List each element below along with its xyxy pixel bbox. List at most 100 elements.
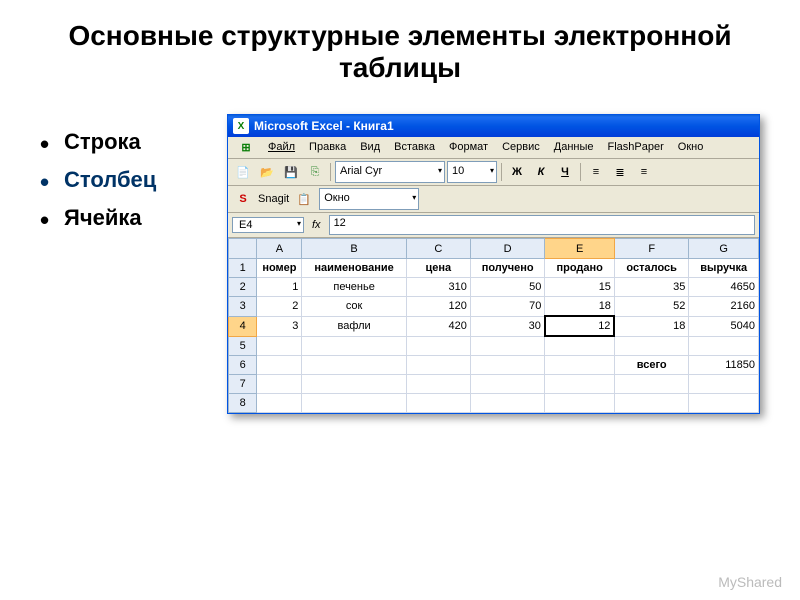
- cell[interactable]: 50: [470, 278, 545, 297]
- cell[interactable]: 4650: [689, 278, 759, 297]
- cell[interactable]: вафли: [302, 316, 406, 336]
- snagit-capture-icon[interactable]: 📋: [293, 188, 315, 210]
- cell[interactable]: [614, 375, 688, 394]
- col-header-a[interactable]: A: [257, 239, 302, 259]
- col-header-c[interactable]: C: [406, 239, 470, 259]
- cell[interactable]: [689, 394, 759, 413]
- menu-tools[interactable]: Сервис: [496, 139, 546, 156]
- bold-button[interactable]: Ж: [506, 161, 528, 183]
- row-header-6[interactable]: 6: [229, 356, 257, 375]
- cell[interactable]: [406, 375, 470, 394]
- menu-view[interactable]: Вид: [354, 139, 386, 156]
- cell[interactable]: 120: [406, 297, 470, 317]
- cell[interactable]: [545, 336, 615, 356]
- cell[interactable]: печенье: [302, 278, 406, 297]
- cell[interactable]: [406, 394, 470, 413]
- cell[interactable]: [406, 356, 470, 375]
- cell[interactable]: 310: [406, 278, 470, 297]
- select-all-corner[interactable]: [229, 239, 257, 259]
- menu-format[interactable]: Формат: [443, 139, 494, 156]
- cell[interactable]: [614, 336, 688, 356]
- cell[interactable]: [302, 356, 406, 375]
- cell[interactable]: [545, 375, 615, 394]
- cell[interactable]: [302, 394, 406, 413]
- cell[interactable]: 1: [257, 278, 302, 297]
- row-header-7[interactable]: 7: [229, 375, 257, 394]
- underline-button[interactable]: Ч: [554, 161, 576, 183]
- menu-insert[interactable]: Вставка: [388, 139, 441, 156]
- total-label[interactable]: всего: [614, 356, 688, 375]
- active-cell[interactable]: 12: [545, 316, 615, 336]
- cell[interactable]: получено: [470, 259, 545, 278]
- save-icon[interactable]: 💾: [280, 161, 302, 183]
- total-value[interactable]: 11850: [689, 356, 759, 375]
- cell[interactable]: 18: [614, 316, 688, 336]
- cell[interactable]: 52: [614, 297, 688, 317]
- cell[interactable]: 2: [257, 297, 302, 317]
- cell[interactable]: [406, 336, 470, 356]
- cell[interactable]: [470, 375, 545, 394]
- align-right-icon[interactable]: ≡: [633, 161, 655, 183]
- row-header-5[interactable]: 5: [229, 336, 257, 356]
- cell[interactable]: 30: [470, 316, 545, 336]
- cell[interactable]: 3: [257, 316, 302, 336]
- cell[interactable]: [689, 375, 759, 394]
- col-header-f[interactable]: F: [614, 239, 688, 259]
- cell[interactable]: выручка: [689, 259, 759, 278]
- new-icon[interactable]: 📄: [232, 161, 254, 183]
- formula-input[interactable]: 12: [329, 215, 755, 235]
- menu-edit[interactable]: Правка: [303, 139, 352, 156]
- align-center-icon[interactable]: ≣: [609, 161, 631, 183]
- cell[interactable]: цена: [406, 259, 470, 278]
- cell[interactable]: 420: [406, 316, 470, 336]
- cell[interactable]: [470, 394, 545, 413]
- row-header-2[interactable]: 2: [229, 278, 257, 297]
- cell[interactable]: [302, 375, 406, 394]
- col-header-d[interactable]: D: [470, 239, 545, 259]
- fx-label[interactable]: fx: [312, 219, 321, 231]
- cell[interactable]: осталось: [614, 259, 688, 278]
- cell[interactable]: номер: [257, 259, 302, 278]
- cell[interactable]: 18: [545, 297, 615, 317]
- cell[interactable]: 35: [614, 278, 688, 297]
- col-header-g[interactable]: G: [689, 239, 759, 259]
- cell[interactable]: 70: [470, 297, 545, 317]
- cell[interactable]: [470, 356, 545, 375]
- cell[interactable]: 2160: [689, 297, 759, 317]
- cell[interactable]: [614, 394, 688, 413]
- align-left-icon[interactable]: ≡: [585, 161, 607, 183]
- cell[interactable]: [545, 356, 615, 375]
- row-header-4[interactable]: 4: [229, 316, 257, 336]
- row-header-8[interactable]: 8: [229, 394, 257, 413]
- menu-data[interactable]: Данные: [548, 139, 600, 156]
- permission-icon[interactable]: ⎘: [304, 161, 326, 183]
- menu-window[interactable]: Окно: [672, 139, 710, 156]
- cell[interactable]: сок: [302, 297, 406, 317]
- cell[interactable]: 5040: [689, 316, 759, 336]
- spreadsheet-grid[interactable]: A B C D E F G 1 номер наименование цена …: [228, 238, 759, 413]
- cell[interactable]: [257, 375, 302, 394]
- cell[interactable]: [257, 394, 302, 413]
- menu-flashpaper[interactable]: FlashPaper: [602, 139, 670, 156]
- cell[interactable]: продано: [545, 259, 615, 278]
- cell[interactable]: [470, 336, 545, 356]
- snagit-icon[interactable]: S: [232, 188, 254, 210]
- font-size-select[interactable]: 10: [447, 161, 497, 183]
- italic-button[interactable]: К: [530, 161, 552, 183]
- cell[interactable]: [257, 336, 302, 356]
- cell[interactable]: [689, 336, 759, 356]
- font-name-select[interactable]: Arial Cyr: [335, 161, 445, 183]
- row-header-1[interactable]: 1: [229, 259, 257, 278]
- col-header-b[interactable]: B: [302, 239, 406, 259]
- col-header-e[interactable]: E: [545, 239, 615, 259]
- cell[interactable]: [545, 394, 615, 413]
- name-box[interactable]: E4: [232, 217, 304, 233]
- row-header-3[interactable]: 3: [229, 297, 257, 317]
- cell[interactable]: [302, 336, 406, 356]
- cell[interactable]: [257, 356, 302, 375]
- menu-file[interactable]: Файл: [262, 139, 301, 156]
- open-icon[interactable]: 📂: [256, 161, 278, 183]
- cell[interactable]: 15: [545, 278, 615, 297]
- cell[interactable]: наименование: [302, 259, 406, 278]
- snagit-window-select[interactable]: Окно: [319, 188, 419, 210]
